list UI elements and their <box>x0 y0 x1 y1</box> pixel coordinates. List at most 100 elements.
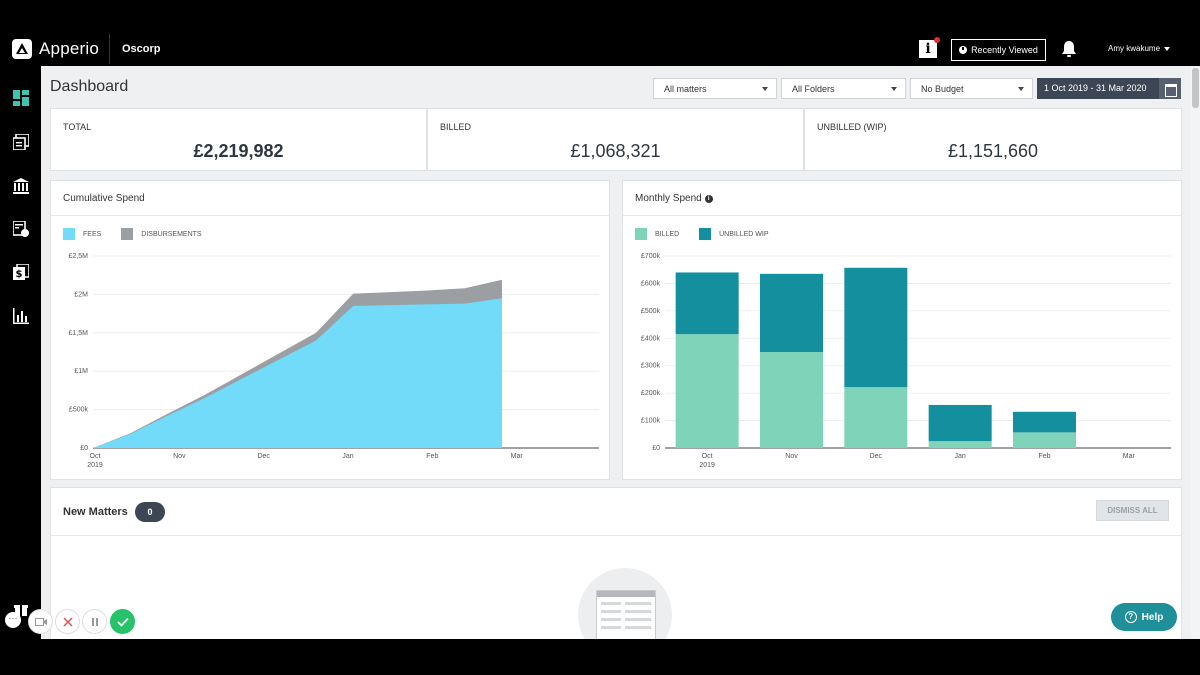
stat-value: £2,219,982 <box>193 141 284 161</box>
help-button[interactable]: ? Help <box>1111 603 1177 631</box>
pause-recording-button[interactable] <box>82 609 107 634</box>
bar-unbilled <box>760 273 823 352</box>
legend-swatch-unbilled[interactable] <box>699 228 712 240</box>
stat-label: UNBILLED (WIP) <box>817 122 887 132</box>
empty-table-icon <box>596 590 656 639</box>
finish-recording-button[interactable] <box>110 609 135 634</box>
budget-filter[interactable]: No Budget <box>910 78 1033 99</box>
legend-swatch-billed[interactable] <box>635 228 647 240</box>
cumulative-spend-card: Cumulative Spend FEES DISBURSEMENTS £0 £5… <box>50 180 610 480</box>
stat-label: BILLED <box>440 122 472 132</box>
scrollbar-thumb[interactable] <box>1192 68 1199 108</box>
card-title: Monthly Spend i <box>635 193 713 204</box>
recently-viewed-label: Recently Viewed <box>971 45 1038 55</box>
chevron-down-icon <box>1018 87 1024 91</box>
area-fees <box>93 298 503 448</box>
apperio-logo[interactable]: Apperio <box>12 39 99 59</box>
user-menu[interactable]: Amy kwakume <box>1108 44 1171 53</box>
y-tick-label: £400k <box>641 335 661 342</box>
cancel-recording-button[interactable] <box>55 609 80 634</box>
x-tick-label: Mar <box>1123 453 1136 460</box>
chart-legend: BILLED UNBILLED WIP <box>635 228 789 240</box>
recently-viewed-button[interactable]: Recently Viewed <box>951 39 1046 61</box>
x-tick-label: Dec <box>870 453 883 460</box>
y-tick-label: £0 <box>652 445 660 452</box>
page-title: Dashboard <box>50 78 129 95</box>
x-tick-label: Feb <box>426 453 438 460</box>
camera-icon <box>34 617 47 626</box>
x-tick-label: Feb <box>1038 453 1050 460</box>
dashboard-icon[interactable] <box>13 90 29 106</box>
info-icon[interactable]: i <box>704 195 713 203</box>
bar-unbilled <box>928 404 992 442</box>
clock-icon <box>959 46 968 54</box>
stat-value: £1,068,321 <box>570 141 661 161</box>
y-tick-label: £2,5M <box>69 253 89 260</box>
bar-billed <box>844 387 908 448</box>
bank-icon[interactable] <box>13 178 29 194</box>
bar-unbilled <box>675 272 739 335</box>
y-tick-label: £100k <box>641 418 661 425</box>
legend-label: BILLED <box>655 230 680 238</box>
y-tick-label: £300k <box>641 363 661 370</box>
dashboard-main: Dashboard All matters All Folders No Bud… <box>41 66 1191 639</box>
logo-icon <box>12 39 32 59</box>
dismiss-all-button[interactable]: DISMISS ALL <box>1096 500 1169 521</box>
question-icon: ? <box>1124 611 1137 623</box>
x-tick-label: Jan <box>342 453 353 460</box>
matters-filter[interactable]: All matters <box>653 78 777 99</box>
legend-label: UNBILLED WIP <box>719 230 769 238</box>
divider <box>51 215 609 216</box>
divider <box>623 215 1181 216</box>
bell-icon[interactable] <box>1061 40 1077 58</box>
more-icon[interactable]: ··· <box>5 612 21 628</box>
chevron-down-icon <box>762 87 768 91</box>
chevron-down-icon <box>1164 46 1171 51</box>
date-range-value: 1 Oct 2019 - 31 Mar 2020 <box>1044 83 1147 93</box>
y-tick-label: £600k <box>641 280 661 287</box>
legend-swatch-disbursements[interactable] <box>121 228 134 240</box>
notification-dot <box>934 37 940 43</box>
empty-state-illustration <box>578 568 672 639</box>
budget-icon[interactable] <box>13 221 29 237</box>
bar-billed <box>675 334 739 448</box>
stat-label: TOTAL <box>63 122 92 132</box>
close-icon <box>62 616 73 627</box>
x-tick-label: Nov <box>785 453 798 460</box>
bar-billed <box>1013 432 1076 448</box>
date-range-picker[interactable]: 1 Oct 2019 - 31 Mar 2020 <box>1037 78 1181 99</box>
scrollbar[interactable] <box>1191 66 1200 639</box>
x-tick-label: Dec <box>257 453 270 460</box>
stat-card-unbilled: UNBILLED (WIP) £1,151,660 <box>804 108 1182 171</box>
divider <box>51 535 1181 536</box>
y-tick-label: £700k <box>641 253 661 260</box>
documents-icon[interactable] <box>13 134 29 150</box>
cumulative-spend-chart: £0 £500k £1M £1,5M £2M £2,5M Oct 2019 Nov Dec Jan F… <box>69 253 599 469</box>
stat-card-total: TOTAL £2,219,982 <box>50 108 427 171</box>
camera-button[interactable] <box>28 609 53 634</box>
reports-icon[interactable] <box>13 308 29 324</box>
info-icon[interactable]: i <box>919 40 937 58</box>
new-matters-title: New Matters <box>63 506 128 518</box>
folders-filter[interactable]: All Folders <box>781 78 906 99</box>
bar-unbilled <box>844 267 908 388</box>
stat-card-billed: BILLED £1,068,321 <box>427 108 804 171</box>
invoice-icon[interactable]: $ <box>13 264 29 280</box>
help-label: Help <box>1141 611 1164 623</box>
client-name[interactable]: Oscorp <box>122 43 161 55</box>
y-tick-label: £500k <box>641 308 661 315</box>
legend-label: DISBURSEMENTS <box>141 230 202 238</box>
legend-label: FEES <box>83 230 102 238</box>
y-tick-label: £1,5M <box>69 330 89 337</box>
chevron-down-icon <box>891 87 897 91</box>
monthly-spend-chart: £0 £100k £200k £300k £400k £500k £600k £700k Oct… <box>641 253 1171 469</box>
navbar-divider <box>109 34 110 64</box>
chart-legend: FEES DISBURSEMENTS <box>63 228 222 240</box>
calendar-icon[interactable] <box>1159 78 1181 99</box>
y-tick-label: £0 <box>80 445 88 452</box>
budget-filter-value: No Budget <box>921 84 964 94</box>
legend-swatch-fees[interactable] <box>63 228 75 240</box>
app-name: Apperio <box>39 39 99 58</box>
x-tick-label: Oct 2019 <box>87 453 103 469</box>
y-tick-label: £200k <box>641 390 661 397</box>
